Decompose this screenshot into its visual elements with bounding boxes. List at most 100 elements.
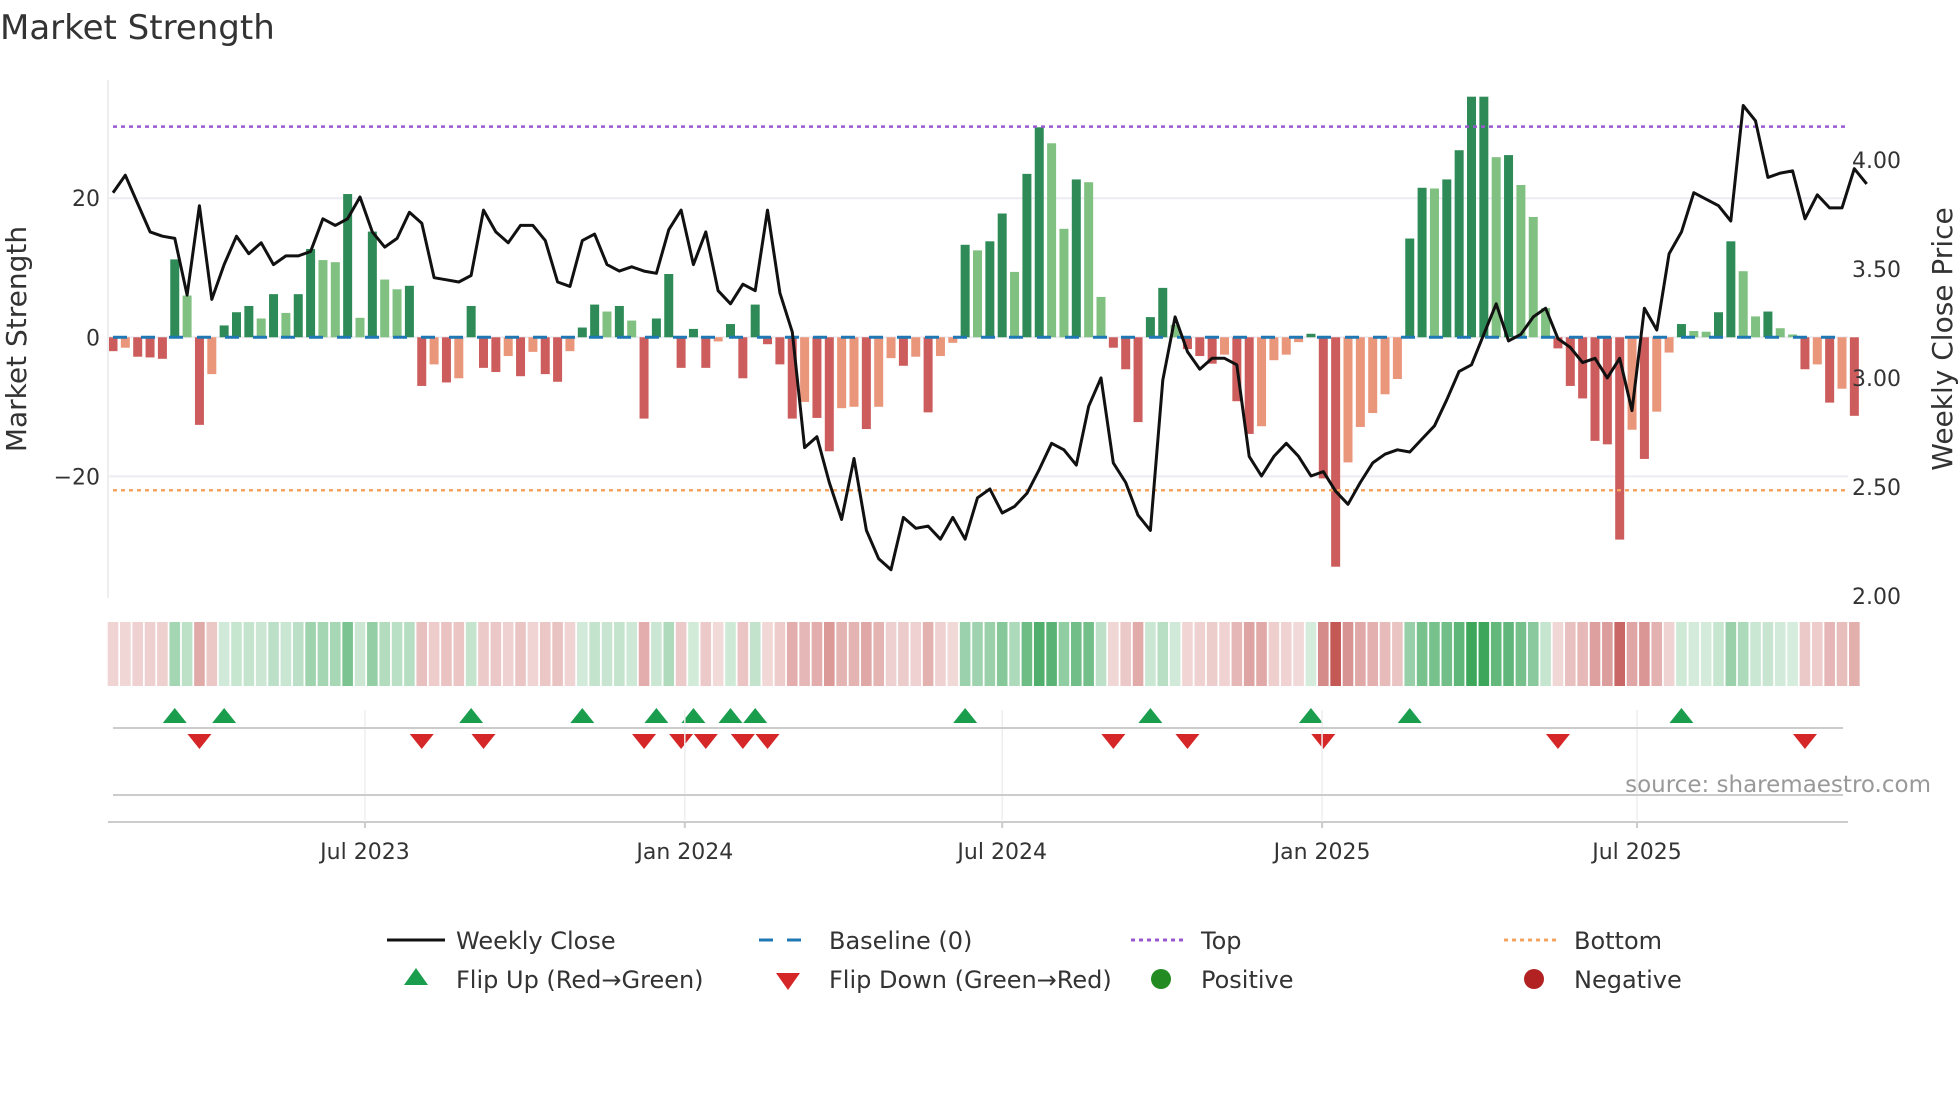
flip-up-marker bbox=[1397, 708, 1422, 723]
strip-cell bbox=[1009, 622, 1020, 686]
flip-down-marker bbox=[409, 734, 434, 749]
strip-cell bbox=[651, 622, 662, 686]
strip-cell bbox=[1552, 622, 1564, 686]
legend-negative: Negative bbox=[1574, 966, 1682, 994]
strip-cell bbox=[564, 622, 576, 686]
strip-cell bbox=[515, 622, 526, 686]
strip-cell bbox=[268, 622, 279, 686]
strip-cell bbox=[1737, 622, 1749, 686]
strength-bar bbox=[1121, 337, 1131, 370]
strip-cell bbox=[478, 622, 489, 686]
flip-down-marker bbox=[1175, 734, 1200, 749]
strength-bar bbox=[1479, 96, 1489, 338]
strip-cell bbox=[972, 622, 983, 686]
strip-cell bbox=[712, 622, 724, 686]
strip-cell bbox=[1713, 622, 1724, 686]
flip-up-marker bbox=[1669, 708, 1694, 723]
flip-down-legend-icon bbox=[776, 973, 800, 990]
strip-cell bbox=[391, 622, 403, 686]
strength-heat-strip bbox=[107, 622, 1860, 686]
strip-cell bbox=[1342, 622, 1354, 686]
strip-cell bbox=[330, 622, 341, 686]
strength-bar bbox=[1368, 337, 1378, 414]
strip-cell bbox=[1379, 622, 1391, 686]
strip-cell bbox=[663, 622, 675, 686]
strength-bar bbox=[516, 337, 526, 377]
strength-bar bbox=[602, 311, 612, 338]
strip-cell bbox=[774, 622, 786, 686]
strip-cell bbox=[984, 622, 996, 686]
strip-cell bbox=[1206, 622, 1218, 686]
y2-tick-label: 2.50 bbox=[1852, 476, 1901, 501]
strength-bar bbox=[1738, 271, 1748, 338]
strength-bar bbox=[293, 294, 303, 338]
strip-cell bbox=[490, 622, 502, 686]
flip-down-marker bbox=[669, 734, 694, 749]
strength-bar bbox=[1269, 337, 1279, 361]
strip-cell bbox=[502, 622, 514, 686]
strip-cell bbox=[120, 622, 131, 686]
flip-down-marker bbox=[1545, 734, 1570, 749]
strip-cell bbox=[947, 622, 959, 686]
strip-cell bbox=[1268, 622, 1280, 686]
strip-cell bbox=[194, 622, 205, 686]
strip-cell bbox=[1169, 622, 1181, 686]
strength-bar bbox=[1442, 179, 1452, 338]
strength-bar bbox=[145, 337, 155, 358]
strip-cell bbox=[416, 622, 428, 686]
strength-bar bbox=[935, 337, 945, 357]
strip-cell bbox=[1318, 622, 1329, 686]
strength-bar bbox=[194, 337, 204, 425]
strength-bar bbox=[1318, 337, 1328, 479]
strip-cell bbox=[1515, 622, 1527, 686]
strength-bar bbox=[701, 337, 711, 368]
strip-cell bbox=[848, 622, 860, 686]
strip-cell bbox=[132, 622, 143, 686]
strength-bar bbox=[232, 312, 241, 338]
strength-bar bbox=[367, 231, 377, 338]
strength-bar bbox=[120, 337, 130, 348]
strength-bars bbox=[108, 96, 1859, 567]
strip-cell bbox=[762, 622, 773, 686]
strip-cell bbox=[811, 622, 823, 686]
strength-bar bbox=[1010, 271, 1020, 338]
strip-cell bbox=[601, 622, 613, 686]
strength-bar bbox=[614, 305, 624, 338]
strip-cell bbox=[1787, 622, 1798, 686]
flip-down-marker bbox=[187, 734, 212, 749]
strip-cell bbox=[527, 622, 539, 686]
strength-bar bbox=[1417, 187, 1427, 338]
strength-bar bbox=[590, 304, 600, 338]
strip-cell bbox=[243, 622, 255, 686]
strength-bar bbox=[1429, 188, 1439, 338]
strip-cell bbox=[181, 622, 193, 686]
strength-bar bbox=[1800, 337, 1810, 370]
y2-axis-label: Weekly Close Price bbox=[1926, 207, 1959, 470]
strength-bar bbox=[1652, 337, 1662, 412]
strength-bar bbox=[1812, 337, 1822, 365]
flip-up-marker bbox=[644, 708, 669, 723]
strip-cell bbox=[1639, 622, 1650, 686]
strength-bar bbox=[565, 337, 575, 352]
strength-bar bbox=[1751, 316, 1761, 338]
strength-bar bbox=[1281, 337, 1291, 355]
y2-tick-label: 4.00 bbox=[1852, 149, 1901, 174]
strength-bar bbox=[540, 337, 550, 375]
strength-bar bbox=[1380, 337, 1390, 395]
strip-cell bbox=[1836, 622, 1848, 686]
strength-bar bbox=[812, 337, 822, 418]
flip-up-marker bbox=[570, 708, 595, 723]
strip-cell bbox=[379, 622, 390, 686]
strip-cell bbox=[552, 622, 563, 686]
strip-cell bbox=[342, 622, 353, 686]
strength-bar bbox=[824, 337, 834, 452]
strength-bar bbox=[157, 337, 167, 359]
strip-cell bbox=[539, 622, 551, 686]
strip-cell bbox=[206, 622, 218, 686]
strip-cell bbox=[1774, 622, 1786, 686]
flip-down-marker bbox=[1311, 734, 1336, 749]
source-credit: source: sharemaestro.com bbox=[1625, 772, 1931, 798]
strip-cell bbox=[1046, 622, 1057, 686]
strength-bar bbox=[1158, 287, 1168, 338]
strip-cell bbox=[169, 622, 181, 686]
